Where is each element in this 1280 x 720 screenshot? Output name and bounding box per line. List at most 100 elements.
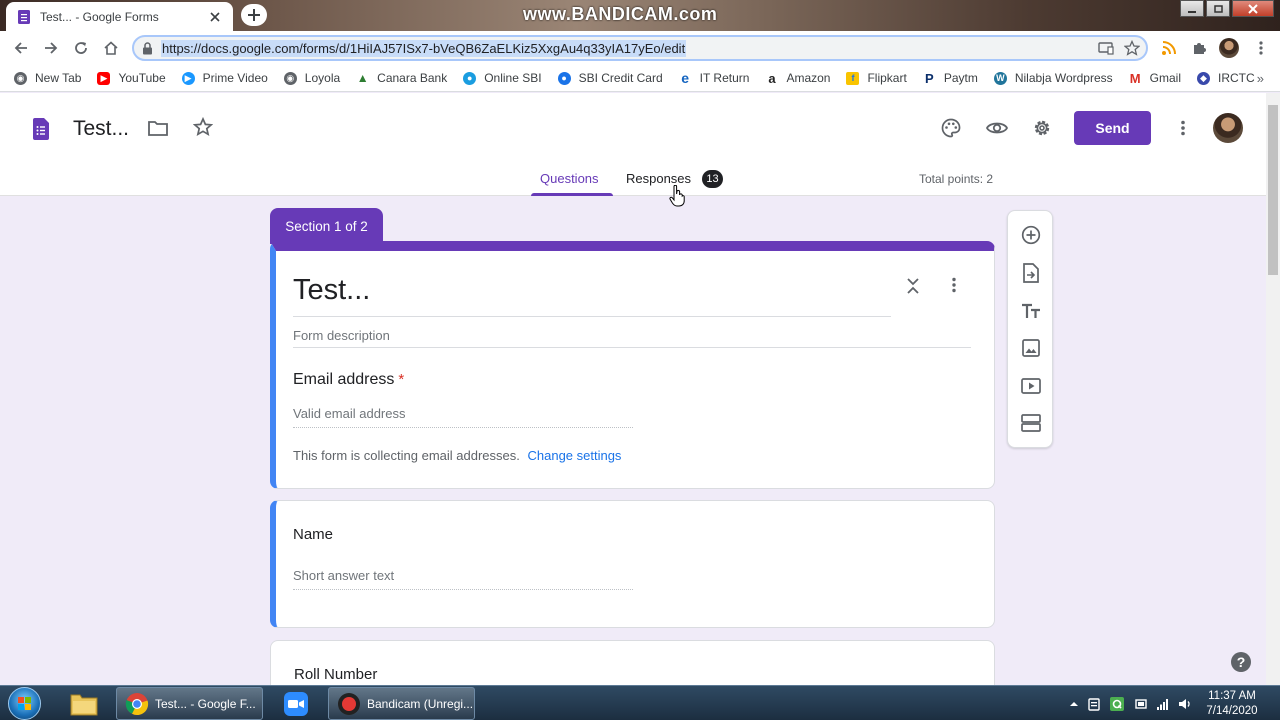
address-bar[interactable]: https://docs.google.com/forms/d/1HiIAJ57… <box>132 35 1148 61</box>
move-to-folder-button[interactable] <box>145 115 171 141</box>
taskbar-zoom[interactable] <box>276 687 316 720</box>
bookmark-gmail[interactable]: M Gmail <box>1129 71 1181 86</box>
bookmark-prime-video[interactable]: ▶ Prime Video <box>181 71 268 85</box>
back-button[interactable] <box>6 33 36 63</box>
window-close-button[interactable] <box>1232 0 1274 17</box>
bookmark-canara[interactable]: ▲ Canara Bank <box>356 71 448 85</box>
new-tab-button[interactable] <box>241 4 267 26</box>
google-forms-logo-icon[interactable] <box>33 118 49 140</box>
bookmark-loyola[interactable]: ◉ Loyola <box>283 71 340 85</box>
bookmark-sbi-credit-card[interactable]: ● SBI Credit Card <box>557 71 663 85</box>
home-button[interactable] <box>96 33 126 63</box>
scroll-thumb[interactable] <box>1268 105 1278 275</box>
browser-tab[interactable]: Test... - Google Forms <box>6 2 233 31</box>
add-title-description-button[interactable] <box>1019 299 1043 323</box>
add-image-button[interactable] <box>1019 336 1043 360</box>
bookmark-label: Flipkart <box>867 71 907 85</box>
roll-question-label: Roll Number <box>294 666 378 683</box>
bookmark-flipkart[interactable]: f Flipkart <box>846 71 907 85</box>
add-question-button[interactable] <box>1019 223 1043 247</box>
text-title-icon <box>1022 303 1040 318</box>
system-clock[interactable]: 11:37 AM 7/14/2020 <box>1204 689 1260 719</box>
rss-extension[interactable] <box>1154 33 1184 63</box>
change-settings-link[interactable]: Change settings <box>527 448 621 463</box>
bookmark-label: Prime Video <box>202 71 268 85</box>
hand-cursor-icon <box>669 185 685 207</box>
taskbar-bandicam[interactable]: Bandicam (Unregi... <box>328 687 475 720</box>
bookmark-wordpress[interactable]: W Nilabja Wordpress <box>993 71 1113 85</box>
minimize-icon <box>1188 10 1196 13</box>
preview-button[interactable] <box>984 115 1010 141</box>
irctc-icon: ◆ <box>1197 71 1210 85</box>
reload-icon <box>75 42 87 54</box>
bookmark-online-sbi[interactable]: ● Online SBI <box>463 71 542 85</box>
taskbar-chrome[interactable]: Test... - Google F... <box>116 687 263 720</box>
globe-icon: ◉ <box>283 71 297 85</box>
show-hidden-icons-icon[interactable] <box>1067 697 1081 711</box>
taskbar-file-explorer[interactable] <box>62 687 106 720</box>
chrome-menu-button[interactable] <box>1246 33 1276 63</box>
form-title[interactable]: Test... <box>293 274 370 307</box>
question-card-name[interactable]: Name Short answer text <box>270 500 995 628</box>
profile-avatar <box>1219 38 1239 58</box>
reload-button[interactable] <box>66 33 96 63</box>
more-bookmarks-icon[interactable]: » <box>1257 71 1264 86</box>
more-options-button[interactable] <box>1170 115 1196 141</box>
bookmark-label: Gmail <box>1149 71 1181 85</box>
bookmark-it-return[interactable]: e IT Return <box>679 70 750 86</box>
customize-theme-button[interactable] <box>938 115 964 141</box>
section-label: Section 1 of 2 <box>270 208 383 244</box>
window-controls <box>1178 0 1274 17</box>
close-icon <box>1248 3 1258 14</box>
cast-icon[interactable] <box>1098 40 1114 56</box>
send-button[interactable]: Send <box>1074 111 1151 145</box>
forward-arrow-icon <box>45 42 58 54</box>
forward-button[interactable] <box>36 33 66 63</box>
volume-icon[interactable] <box>1178 697 1192 711</box>
bookmark-youtube[interactable]: ▶ YouTube <box>97 71 166 85</box>
start-button[interactable] <box>8 687 41 720</box>
bookmark-star-icon[interactable] <box>1124 40 1140 56</box>
settings-button[interactable] <box>1029 115 1055 141</box>
description-underline <box>293 347 971 348</box>
tab-questions[interactable]: Questions <box>540 171 599 186</box>
wordpress-icon: W <box>993 71 1007 85</box>
collapse-section-icon[interactable] <box>906 277 920 295</box>
star-button[interactable] <box>190 114 216 140</box>
gear-icon <box>1034 120 1050 136</box>
bookmark-label: IT Return <box>699 71 750 85</box>
image-icon <box>1022 339 1040 357</box>
bookmark-irctc[interactable]: ◆ IRCTC <box>1197 71 1255 85</box>
add-section-button[interactable] <box>1019 411 1043 435</box>
profile-button[interactable] <box>1214 33 1244 63</box>
import-questions-button[interactable] <box>1019 261 1043 285</box>
usb-tray-icon[interactable] <box>1134 697 1148 711</box>
form-header-card[interactable]: Test... Form description Email address * … <box>270 241 995 489</box>
url-text[interactable]: https://docs.google.com/forms/d/1HiIAJ57… <box>161 39 687 57</box>
bookmark-paytm[interactable]: P Paytm <box>923 71 978 86</box>
help-icon[interactable]: ? <box>1231 652 1251 672</box>
form-description[interactable]: Form description <box>293 328 390 343</box>
sbi-card-icon: ● <box>557 71 571 85</box>
clipboard-tray-icon[interactable] <box>1087 697 1101 711</box>
tab-responses[interactable]: Responses <box>626 171 691 186</box>
bookmark-new-tab[interactable]: ◉ New Tab <box>14 71 81 85</box>
bookmarks-bar: ◉ New Tab ▶ YouTube ▶ Prime Video ◉ Loyola ▲… <box>0 65 1280 92</box>
bookmark-amazon[interactable]: a Amazon <box>765 71 830 86</box>
q-app-tray-icon[interactable] <box>1110 697 1124 711</box>
name-question-label: Name <box>293 526 334 543</box>
extensions-button[interactable] <box>1184 33 1214 63</box>
page-scrollbar[interactable] <box>1266 93 1280 685</box>
restore-button[interactable] <box>1206 0 1230 17</box>
add-circle-icon <box>1021 225 1041 245</box>
browser-titlebar: Test... - Google Forms www.BANDICAM.com <box>0 0 1280 31</box>
minimize-button[interactable] <box>1180 0 1204 17</box>
more-vert-icon[interactable] <box>952 277 956 293</box>
document-title[interactable]: Test... <box>73 117 129 141</box>
tab-title: Test... - Google Forms <box>40 9 159 24</box>
add-video-button[interactable] <box>1019 374 1043 398</box>
account-avatar[interactable] <box>1213 113 1243 143</box>
network-signal-icon[interactable] <box>1156 697 1170 711</box>
responses-count-badge: 13 <box>702 170 723 188</box>
close-tab-icon[interactable] <box>207 9 223 25</box>
